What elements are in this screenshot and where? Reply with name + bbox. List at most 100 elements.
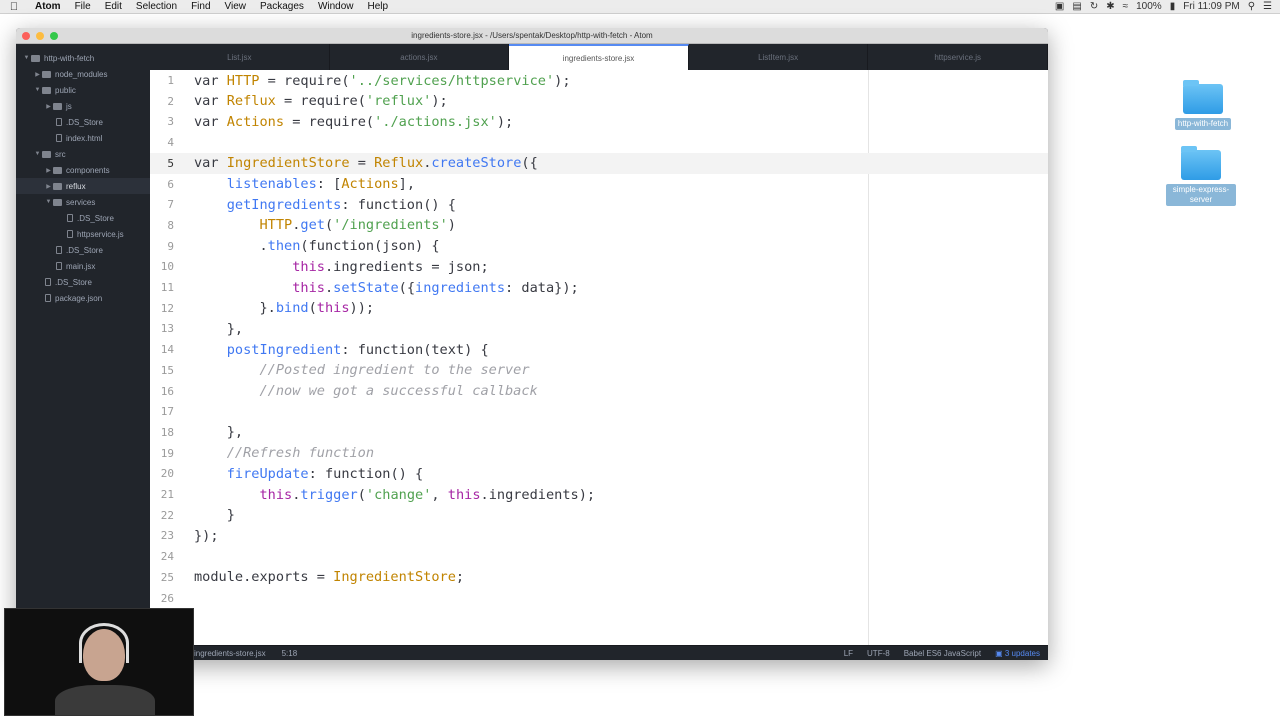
code-line[interactable]: 3 var Actions = require('./actions.jsx'); <box>150 111 1048 132</box>
code-line[interactable]: 5 var IngredientStore = Reflux.createStor… <box>150 152 1048 174</box>
battery-icon[interactable]: ▮ <box>1170 1 1176 12</box>
menu-file[interactable]: File <box>68 1 98 12</box>
tree-item[interactable]: ▶ reflux <box>16 178 150 194</box>
clock[interactable]: Fri 11:09 PM <box>1183 1 1240 12</box>
status-cursor-position[interactable]: 5:18 <box>282 649 298 658</box>
code-line[interactable]: 8 HTTP.get('/ingredients') <box>150 215 1048 236</box>
bluetooth-icon[interactable]: ✱ <box>1106 1 1114 12</box>
tree-item[interactable]: ▶ node_modules <box>16 66 150 82</box>
menu-selection[interactable]: Selection <box>129 1 184 12</box>
line-number: 1 <box>167 74 174 87</box>
code-line[interactable]: 18 }, <box>150 422 1048 443</box>
tree-item[interactable]: ▶ js <box>16 98 150 114</box>
code-text: }); <box>194 527 219 544</box>
code-line[interactable]: 14 postIngredient: function(text) { <box>150 339 1048 360</box>
code-line[interactable]: 16 //now we got a successful callback <box>150 381 1048 402</box>
line-number: 9 <box>167 239 174 253</box>
status-encoding[interactable]: UTF-8 <box>867 649 890 658</box>
editor-tab[interactable]: ingredients-store.jsx <box>509 44 689 70</box>
screen-icon[interactable]: ▣ <box>1055 1 1064 12</box>
folder-icon <box>53 102 62 110</box>
status-file-name[interactable]: ingredients-store.jsx <box>194 649 266 658</box>
code-text: .then(function(json) { <box>194 238 440 255</box>
tree-item[interactable]: main.jsx <box>16 258 150 274</box>
editor-tab[interactable]: List.jsx <box>150 44 330 70</box>
tree-item[interactable]: .DS_Store <box>16 114 150 130</box>
code-line[interactable]: 26 <box>150 588 1048 609</box>
tree-item-label: index.html <box>66 133 103 143</box>
file-icon <box>56 118 62 126</box>
menu-find[interactable]: Find <box>184 1 217 12</box>
tree-item-label: public <box>55 85 76 95</box>
code-line[interactable]: 6 listenables: [Actions], <box>150 174 1048 195</box>
menu-view[interactable]: View <box>218 1 254 12</box>
editor-tab[interactable]: actions.jsx <box>330 44 510 70</box>
sync-icon[interactable]: ↻ <box>1090 1 1098 12</box>
status-right: LF UTF-8 Babel ES6 JavaScript ▣ 3 update… <box>844 649 1048 658</box>
code-line[interactable]: 15 //Posted ingredient to the server <box>150 360 1048 381</box>
editor-tab[interactable]: httpservice.js <box>868 44 1048 70</box>
line-number: 15 <box>160 363 174 377</box>
menu-app[interactable]: Atom <box>28 1 68 12</box>
tree-item[interactable]: package.json <box>16 290 150 306</box>
code-line[interactable]: 11 this.setState({ingredients: data}); <box>150 277 1048 298</box>
code-line[interactable]: 9 .then(function(json) { <box>150 236 1048 257</box>
tree-item[interactable]: .DS_Store <box>16 210 150 226</box>
webcam-overlay <box>4 608 194 716</box>
menu-edit[interactable]: Edit <box>98 1 129 12</box>
chevron-right-icon: ▶ <box>46 167 51 174</box>
menu-packages[interactable]: Packages <box>253 1 311 12</box>
line-number: 18 <box>160 425 174 439</box>
tree-item[interactable]: .DS_Store <box>16 274 150 290</box>
tree-item[interactable]: .DS_Store <box>16 242 150 258</box>
code-line[interactable]: 19 //Refresh function <box>150 443 1048 464</box>
code-line[interactable]: 25 module.exports = IngredientStore; <box>150 567 1048 588</box>
code-line[interactable]: 24 <box>150 546 1048 567</box>
code-line[interactable]: 13 }, <box>150 318 1048 339</box>
code-line[interactable]: 7 getIngredients: function() { <box>150 194 1048 215</box>
tree-item[interactable]: ▶ components <box>16 162 150 178</box>
title-bar: ingredients-store.jsx - /Users/spentak/D… <box>16 28 1048 44</box>
tree-item-label: .DS_Store <box>66 117 103 127</box>
cast-icon[interactable]: ▤ <box>1072 1 1081 12</box>
code-line[interactable]: 4 <box>150 132 1048 153</box>
code-line[interactable]: 21 this.trigger('change', this.ingredien… <box>150 484 1048 505</box>
code-line[interactable]: 23}); <box>150 525 1048 546</box>
code-line[interactable]: 17 <box>150 401 1048 422</box>
code-line[interactable]: 22 } <box>150 505 1048 526</box>
status-grammar[interactable]: Babel ES6 JavaScript <box>904 649 981 658</box>
code-text: module.exports = IngredientStore; <box>194 569 465 586</box>
battery-percent[interactable]: 100% <box>1136 1 1162 12</box>
code-line[interactable]: 1 var HTTP = require('../services/httpser… <box>150 70 1048 91</box>
tree-item[interactable]: httpservice.js <box>16 226 150 242</box>
code-line[interactable]: 12 }.bind(this)); <box>150 298 1048 319</box>
code-line[interactable]: 20 fireUpdate: function() { <box>150 463 1048 484</box>
code-text: } <box>194 507 235 524</box>
tree-item-label: package.json <box>55 293 103 303</box>
tree-item[interactable]: ▼ public <box>16 82 150 98</box>
code-line[interactable]: 10 this.ingredients = json; <box>150 256 1048 277</box>
folder-icon <box>1183 80 1223 114</box>
notifications-icon[interactable]: ☰ <box>1263 1 1272 12</box>
wifi-icon[interactable]: ≈ <box>1123 1 1129 12</box>
search-icon[interactable]: ⚲ <box>1248 1 1255 12</box>
apple-menu-icon[interactable]:  <box>0 1 28 13</box>
tree-item[interactable]: index.html <box>16 130 150 146</box>
presenter-shirt <box>55 685 155 715</box>
tree-item[interactable]: ▼ src <box>16 146 150 162</box>
tree-item-label: main.jsx <box>66 261 96 271</box>
menu-help[interactable]: Help <box>361 1 396 12</box>
menu-window[interactable]: Window <box>311 1 361 12</box>
code-text: HTTP.get('/ingredients') <box>259 217 456 234</box>
editor-tab[interactable]: ListItem.jsx <box>689 44 869 70</box>
tree-item[interactable]: ▼ services <box>16 194 150 210</box>
tree-item[interactable]: ▼ http-with-fetch <box>16 50 150 66</box>
status-updates[interactable]: ▣ 3 updates <box>995 649 1040 658</box>
status-line-ending[interactable]: LF <box>844 649 853 658</box>
desktop-folder-http-with-fetch[interactable]: http-with-fetch <box>1168 80 1238 130</box>
code-line[interactable]: 2 var Reflux = require('reflux'); <box>150 91 1048 112</box>
desktop-folder-simple-express-server[interactable]: simple-express-server <box>1166 146 1236 206</box>
tree-item-label: src <box>55 149 66 159</box>
tree-item-label: components <box>66 165 110 175</box>
text-editor[interactable]: 1 var HTTP = require('../services/httpser… <box>150 70 1048 645</box>
